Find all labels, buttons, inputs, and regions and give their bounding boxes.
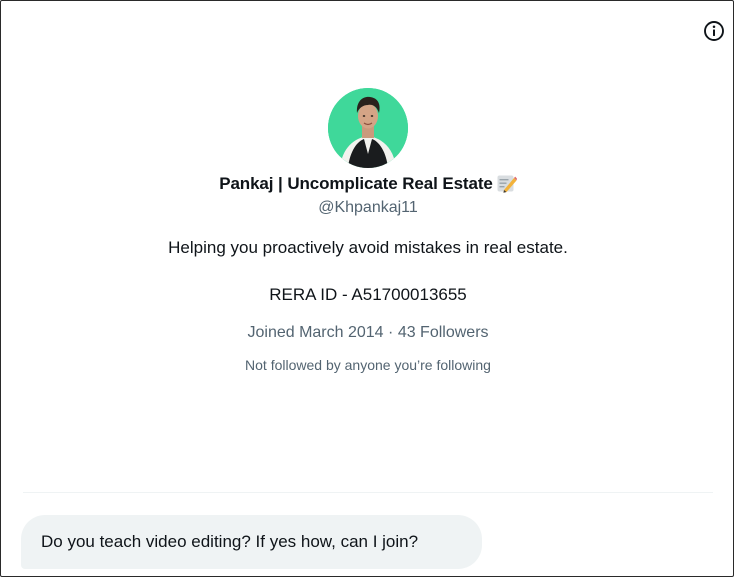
followers-count[interactable]: 43 Followers <box>398 324 489 341</box>
joined-date: Joined March 2014 <box>247 324 384 341</box>
profile-bio: Helping you proactively avoid mistakes i… <box>168 238 568 257</box>
meta-separator: · <box>388 324 394 341</box>
profile-summary: Pankaj | Uncomplicate Real Estate @Khpan… <box>0 88 736 373</box>
avatar[interactable] <box>328 88 408 168</box>
conversation-info-button[interactable] <box>703 20 725 42</box>
received-message-bubble[interactable]: Do you teach video editing? If yes how, … <box>21 515 482 569</box>
profile-meta: Joined March 2014 · 43 Followers <box>0 324 736 342</box>
avatar-portrait-image <box>328 88 408 168</box>
display-name-row[interactable]: Pankaj | Uncomplicate Real Estate <box>0 172 736 196</box>
user-handle[interactable]: @Khpankaj11 <box>0 199 736 217</box>
followed-by-note: Not followed by anyone you’re following <box>245 357 491 373</box>
info-icon <box>704 21 724 41</box>
pencil-memo-icon <box>496 173 517 194</box>
display-name[interactable]: Pankaj | Uncomplicate Real Estate <box>219 174 493 194</box>
rera-id-text: RERA ID - A51700013655 <box>269 285 467 304</box>
divider <box>23 492 713 493</box>
message-text: Do you teach video editing? If yes how, … <box>41 532 419 551</box>
